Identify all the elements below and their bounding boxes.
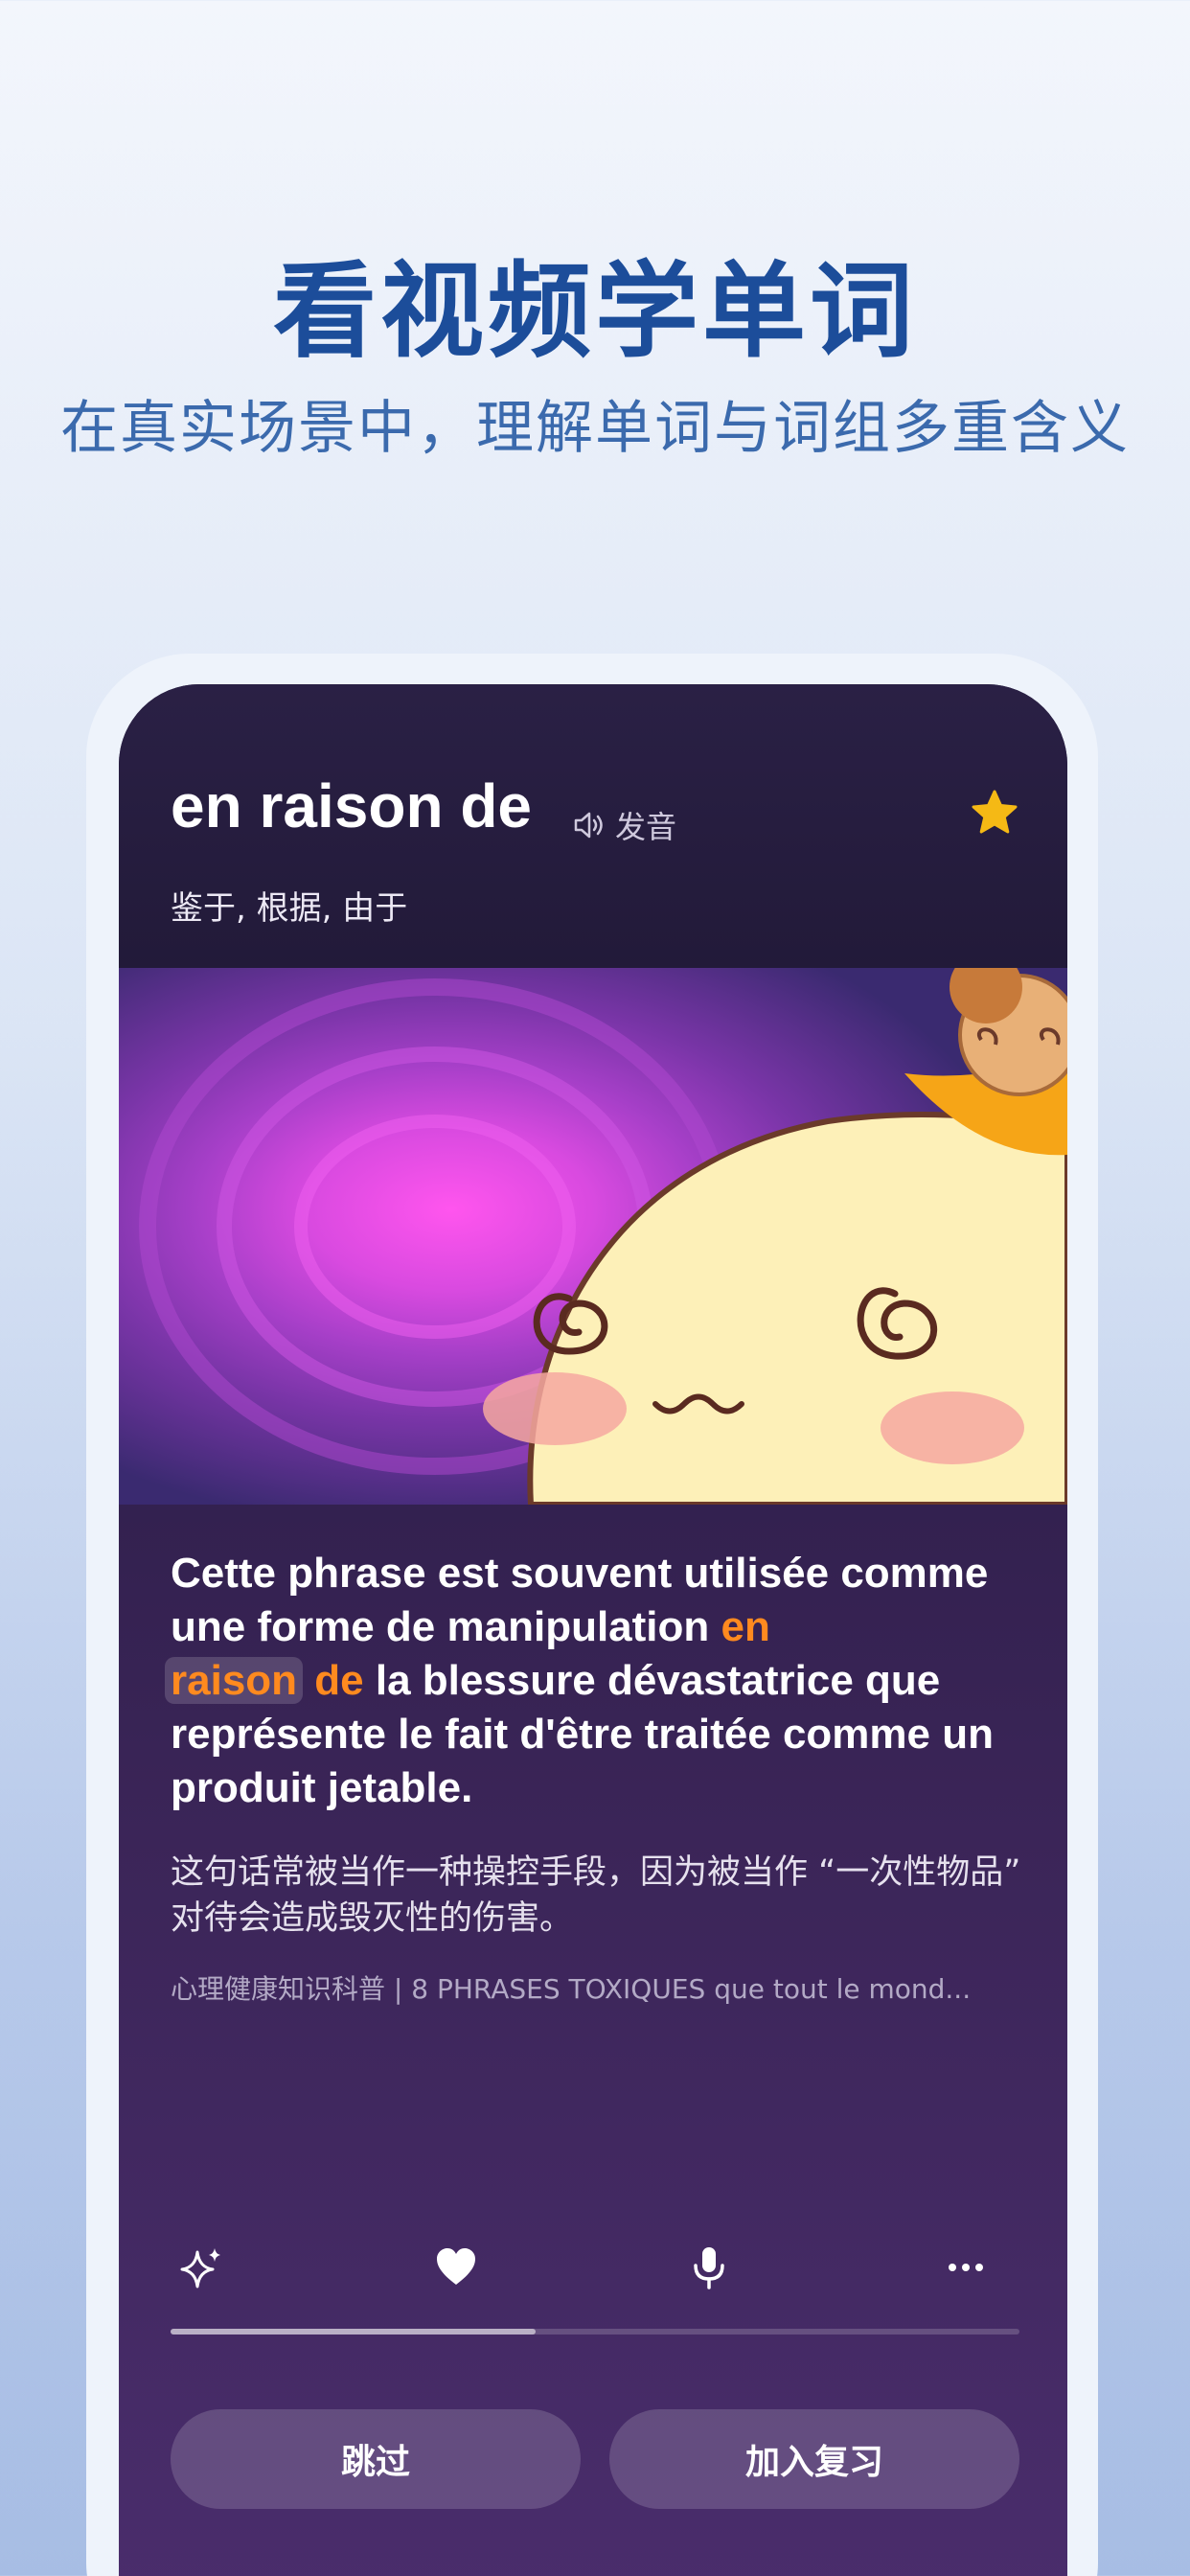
video-source[interactable]: 心理健康知识科普 | 8 PHRASES TOXIQUES que tout l… — [171, 1968, 1033, 2007]
phone-screen: en raison de 发音 鉴于, 根据, 由于 Cette phrase … — [119, 684, 1067, 2576]
microphone-icon — [694, 2247, 724, 2289]
word-meaning: 鉴于, 根据, 由于 — [171, 889, 408, 928]
pronounce-button[interactable]: 发音 — [573, 803, 676, 847]
sparkle-icon — [180, 2248, 220, 2288]
page-title: 看视频学单词 — [272, 252, 917, 372]
word-header: en raison de 发音 鉴于, 根据, 由于 — [119, 684, 1067, 968]
record-button[interactable] — [678, 2237, 740, 2298]
video-player[interactable] — [119, 968, 1067, 1505]
example-sentence-translation: 这句话常被当作一种操控手段，因为被当作 “一次性物品” 对待会造成毁灭性的伤害。 — [171, 1853, 1021, 1938]
pronounce-label: 发音 — [615, 809, 677, 845]
video-progress-fill — [171, 2329, 536, 2334]
highlight-word-en[interactable]: en — [721, 1603, 770, 1650]
add-review-button[interactable]: 加入复习 — [609, 2409, 1019, 2509]
speaker-icon — [574, 812, 603, 839]
highlight-word-de[interactable]: de — [314, 1657, 363, 1704]
word-title: en raison de — [171, 771, 532, 840]
heart-icon — [437, 2248, 475, 2285]
star-icon — [972, 790, 1018, 834]
favorite-button[interactable] — [970, 788, 1019, 838]
page-subtitle: 在真实场景中，理解单词与词组多重含义 — [60, 395, 1130, 462]
video-frame-image — [119, 968, 1067, 1505]
highlight-word-raison[interactable]: raison — [165, 1657, 304, 1704]
example-sentence-french: Cette phrase est souvent utilisée comme … — [165, 1547, 1033, 1815]
more-button[interactable] — [935, 2237, 996, 2298]
skip-button[interactable]: 跳过 — [171, 2409, 581, 2509]
more-icon — [949, 2264, 983, 2271]
action-bar — [171, 2237, 1019, 2298]
sentence-text-before: Cette phrase est souvent utilisée comme … — [171, 1550, 989, 1650]
ai-explain-button[interactable] — [171, 2237, 232, 2298]
video-progress-bar[interactable] — [171, 2329, 1019, 2334]
like-button[interactable] — [425, 2237, 487, 2298]
